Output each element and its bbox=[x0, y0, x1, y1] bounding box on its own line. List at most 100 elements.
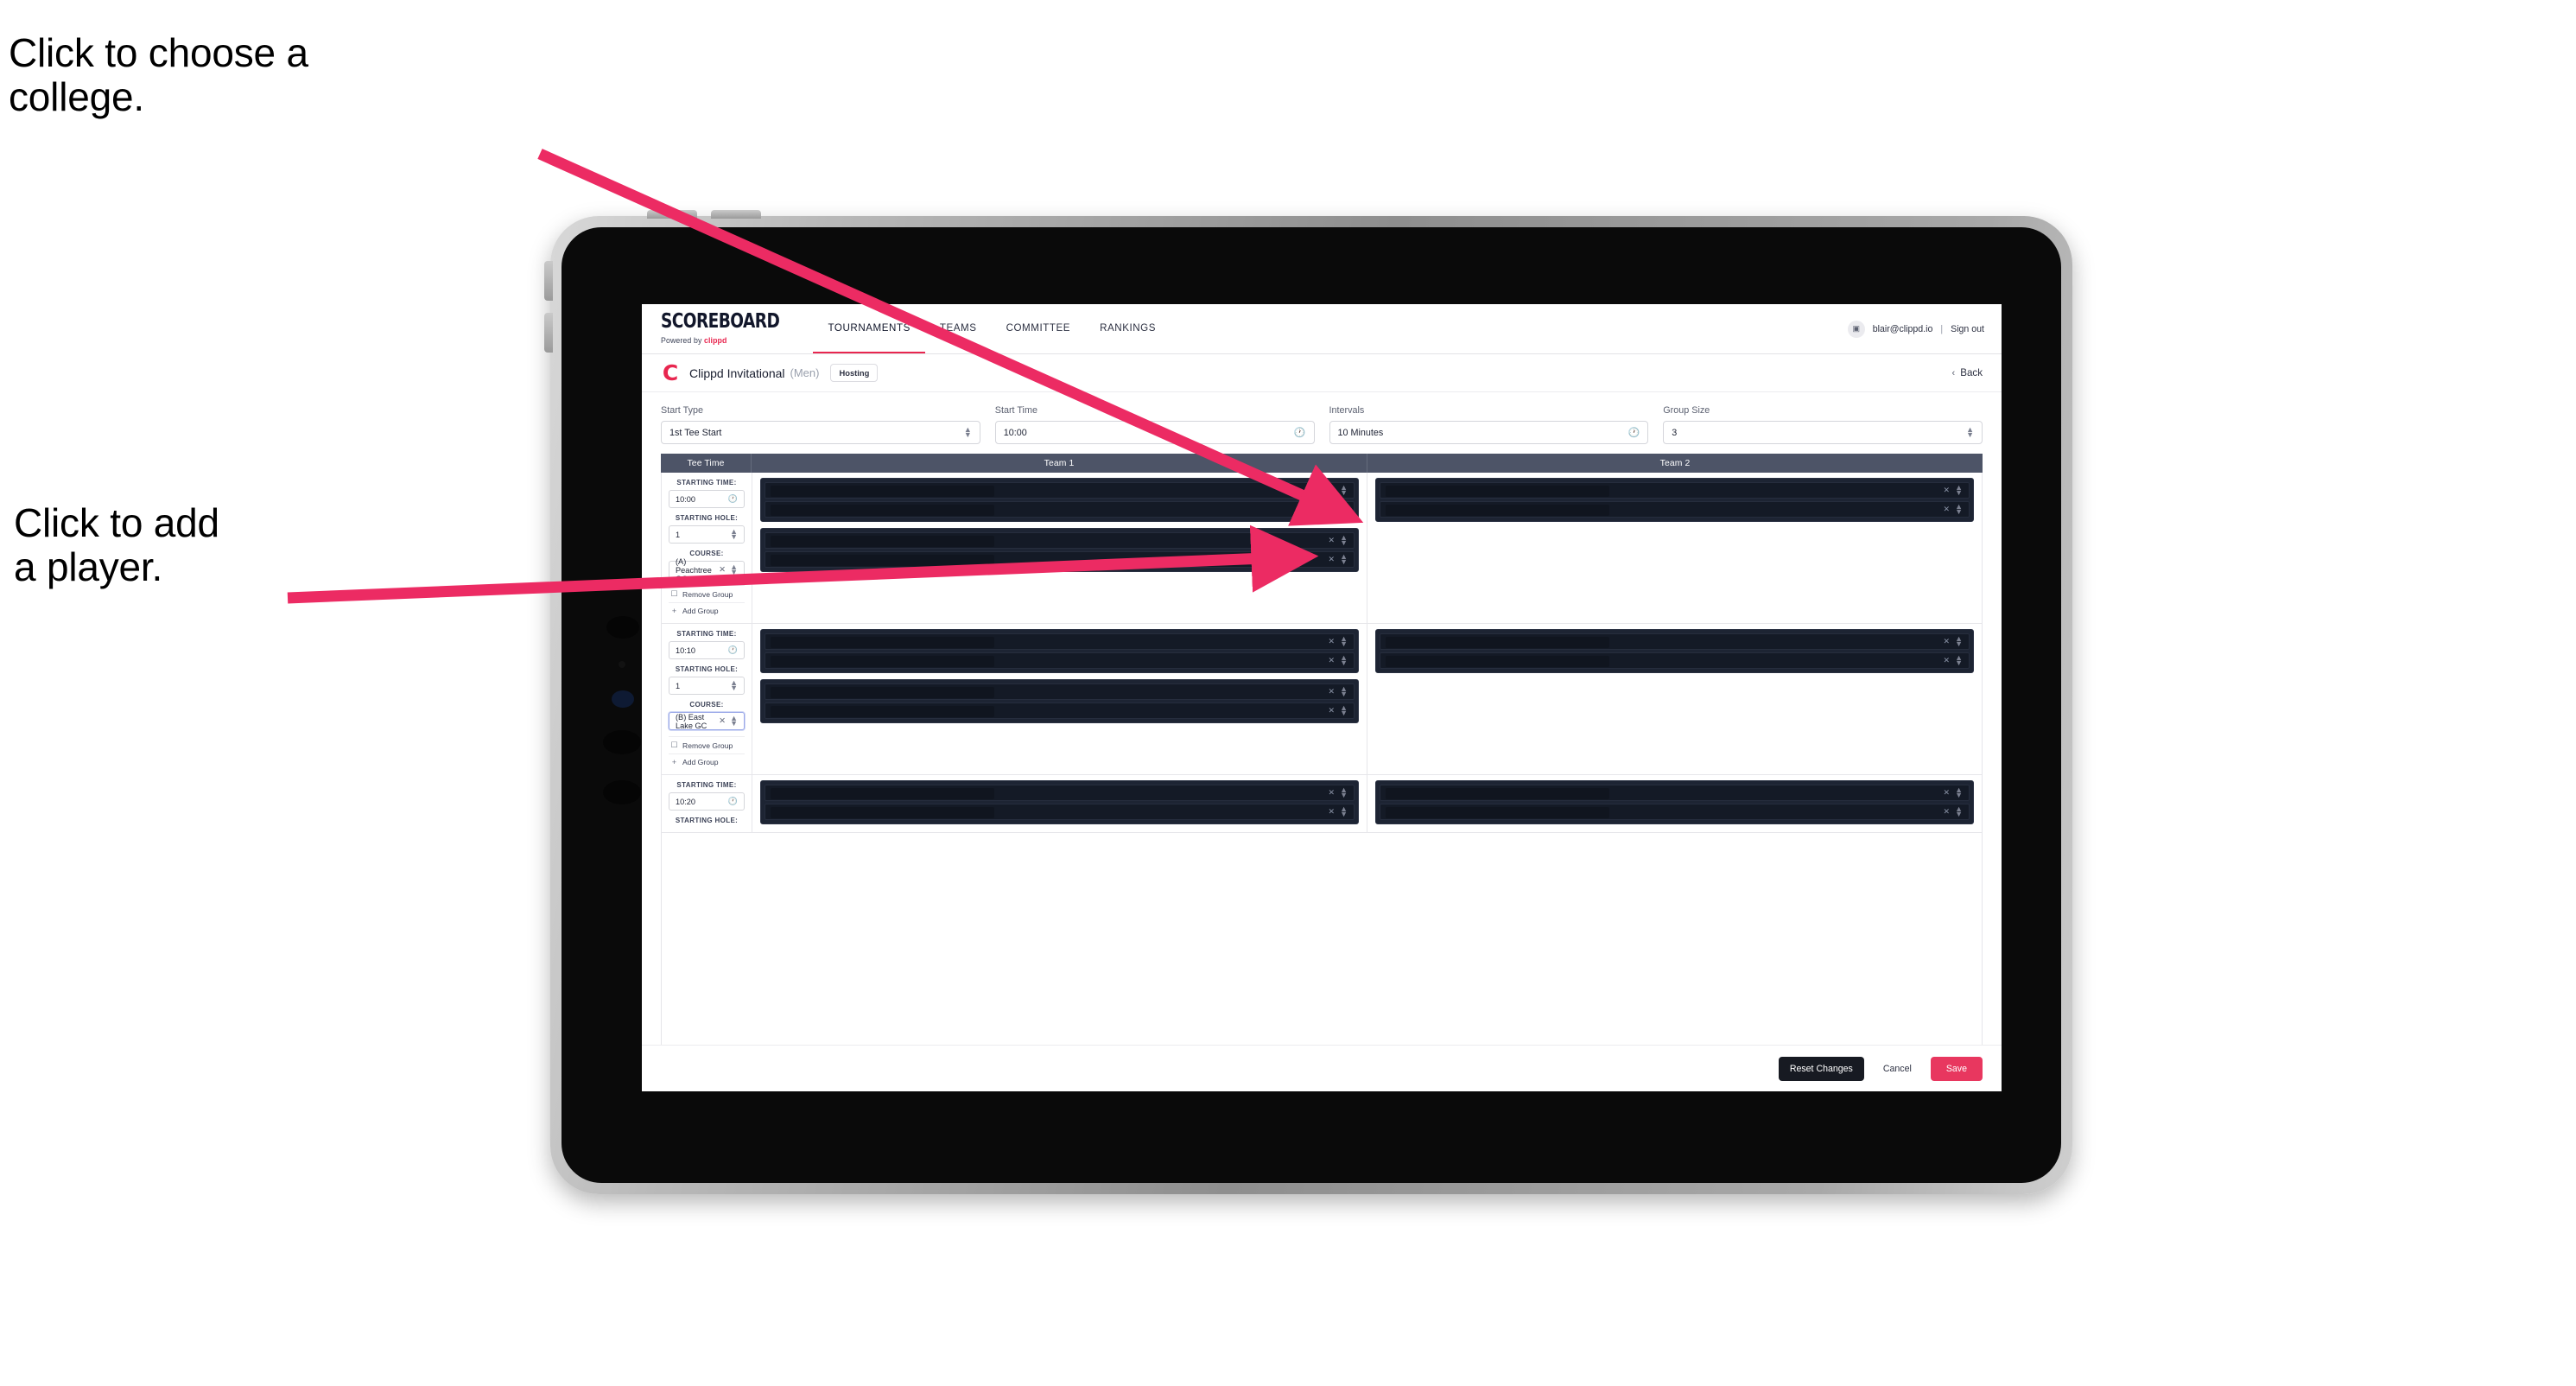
starting-time-input[interactable]: 10:20 🕐 bbox=[669, 792, 745, 811]
volume-down-button[interactable] bbox=[711, 210, 761, 219]
power-button[interactable] bbox=[544, 261, 553, 301]
chevron-updown-icon[interactable]: ▲ ▼ bbox=[730, 563, 738, 575]
chevron-updown-icon[interactable]: ▲ ▼ bbox=[1340, 684, 1348, 697]
player-row[interactable]: ✕ ▲ ▼ bbox=[1380, 652, 1970, 669]
nav-item-teams[interactable]: TEAMS bbox=[925, 304, 992, 353]
course-value: (B) East Lake GC bbox=[676, 712, 707, 730]
player-row[interactable]: ✕ ▲ ▼ bbox=[765, 501, 1355, 518]
annotation-add-player: Click to add a player. bbox=[14, 500, 219, 589]
player-row[interactable]: ✕ ▲ ▼ bbox=[765, 804, 1355, 820]
chevron-updown-icon[interactable]: ▲ ▼ bbox=[1340, 552, 1348, 565]
brand-logo[interactable]: SCOREBOARD Powered by clippd bbox=[661, 304, 804, 353]
player-row[interactable]: ✕ ▲ ▼ bbox=[1380, 501, 1970, 518]
starting-time-input[interactable]: 10:10 🕐 bbox=[669, 641, 745, 659]
remove-player-icon[interactable]: ✕ bbox=[1329, 637, 1336, 646]
starting-hole-label: STARTING HOLE: bbox=[675, 817, 739, 824]
group-size-select[interactable]: 3 ▲ ▼ bbox=[1663, 421, 1983, 444]
player-row[interactable]: ✕ ▲ ▼ bbox=[765, 703, 1355, 719]
cancel-button[interactable]: Cancel bbox=[1875, 1057, 1920, 1081]
chevron-updown-icon[interactable]: ▲ ▼ bbox=[1340, 533, 1348, 546]
player-row[interactable]: ✕ ▲ ▼ bbox=[765, 652, 1355, 669]
course-select[interactable]: (A) Peachtree GC ✕ ▲ ▼ bbox=[669, 557, 745, 583]
starting-time-value: 10:20 bbox=[676, 797, 695, 806]
remove-player-icon[interactable]: ✕ bbox=[1329, 536, 1336, 545]
remove-group-button[interactable]: ☐ Remove Group bbox=[669, 736, 745, 753]
add-group-button[interactable]: + Add Group bbox=[669, 602, 745, 619]
remove-player-icon[interactable]: ✕ bbox=[1944, 637, 1951, 646]
player-name-redacted bbox=[1386, 505, 1609, 516]
player-group[interactable]: ✕ ▲ ▼ ✕ ▲ ▼ bbox=[760, 679, 1359, 723]
remove-player-icon[interactable]: ✕ bbox=[1329, 788, 1336, 798]
player-row[interactable]: ✕ ▲ ▼ bbox=[765, 532, 1355, 549]
chevron-updown-icon[interactable]: ▲ ▼ bbox=[1955, 634, 1963, 647]
remove-player-icon[interactable]: ✕ bbox=[1944, 486, 1951, 495]
add-group-button[interactable]: + Add Group bbox=[669, 753, 745, 770]
chevron-updown-icon[interactable]: ▲ ▼ bbox=[1340, 502, 1348, 515]
remove-player-icon[interactable]: ✕ bbox=[1329, 706, 1336, 715]
course-value: (A) Peachtree GC bbox=[676, 556, 712, 583]
chevron-updown-icon[interactable]: ▲ ▼ bbox=[1340, 785, 1348, 798]
player-row[interactable]: ✕ ▲ ▼ bbox=[765, 785, 1355, 801]
chevron-updown-icon[interactable]: ▲ ▼ bbox=[730, 714, 738, 727]
player-group[interactable]: ✕ ▲ ▼ ✕ ▲ ▼ bbox=[1375, 478, 1974, 522]
table-body: STARTING TIME: 10:00 🕐 STARTING HOLE: 1 ▲ ▼ COU… bbox=[661, 473, 1983, 1045]
starting-hole-input[interactable]: 1 ▲ ▼ bbox=[669, 677, 745, 695]
player-group[interactable]: ✕ ▲ ▼ ✕ ▲ ▼ bbox=[760, 528, 1359, 572]
side-button-secondary[interactable] bbox=[544, 313, 553, 353]
remove-player-icon[interactable]: ✕ bbox=[1944, 505, 1951, 514]
chevron-updown-icon[interactable]: ▲ ▼ bbox=[1340, 653, 1348, 666]
chevron-updown-icon[interactable]: ▲ ▼ bbox=[1955, 502, 1963, 515]
reset-changes-button[interactable]: Reset Changes bbox=[1778, 1056, 1864, 1081]
clear-course-icon[interactable]: ✕ bbox=[719, 565, 726, 575]
save-button[interactable]: Save bbox=[1930, 1056, 1983, 1081]
back-button[interactable]: ‹ Back bbox=[1952, 367, 1983, 378]
player-group[interactable]: ✕ ▲ ▼ ✕ ▲ ▼ bbox=[760, 629, 1359, 673]
player-group[interactable]: ✕ ▲ ▼ ✕ ▲ ▼ bbox=[760, 780, 1359, 824]
sign-out-link[interactable]: Sign out bbox=[1951, 324, 1984, 334]
player-name-redacted bbox=[1386, 637, 1609, 648]
remove-player-icon[interactable]: ✕ bbox=[1329, 505, 1336, 514]
player-row[interactable]: ✕ ▲ ▼ bbox=[765, 633, 1355, 650]
avatar[interactable]: ▣ bbox=[1847, 320, 1865, 338]
player-group[interactable]: ✕ ▲ ▼ ✕ ▲ ▼ bbox=[1375, 629, 1974, 673]
player-row[interactable]: ✕ ▲ ▼ bbox=[765, 683, 1355, 700]
remove-player-icon[interactable]: ✕ bbox=[1329, 687, 1336, 696]
starting-hole-input[interactable]: 1 ▲ ▼ bbox=[669, 525, 745, 544]
player-group[interactable]: ✕ ▲ ▼ ✕ ▲ ▼ bbox=[1375, 780, 1974, 824]
remove-player-icon[interactable]: ✕ bbox=[1329, 555, 1336, 564]
chevron-updown-icon[interactable]: ▲ ▼ bbox=[1955, 785, 1963, 798]
player-group[interactable]: ✕ ▲ ▼ ✕ ▲ ▼ bbox=[760, 478, 1359, 522]
remove-player-icon[interactable]: ✕ bbox=[1944, 788, 1951, 798]
clear-course-icon[interactable]: ✕ bbox=[719, 716, 726, 726]
volume-up-button[interactable] bbox=[647, 210, 697, 219]
remove-player-icon[interactable]: ✕ bbox=[1329, 807, 1336, 817]
remove-player-icon[interactable]: ✕ bbox=[1944, 656, 1951, 665]
player-row[interactable]: ✕ ▲ ▼ bbox=[1380, 785, 1970, 801]
control-start-type: Start Type 1st Tee Start ▲ ▼ bbox=[661, 405, 980, 444]
course-select[interactable]: (B) East Lake GC ✕ ▲ ▼ bbox=[669, 712, 745, 730]
player-row[interactable]: ✕ ▲ ▼ bbox=[1380, 804, 1970, 820]
start-type-select[interactable]: 1st Tee Start ▲ ▼ bbox=[661, 421, 980, 444]
nav-item-tournaments[interactable]: TOURNAMENTS bbox=[813, 304, 925, 353]
chevron-updown-icon[interactable]: ▲ ▼ bbox=[1955, 483, 1963, 496]
chevron-updown-icon[interactable]: ▲ ▼ bbox=[1340, 804, 1348, 817]
player-row[interactable]: ✕ ▲ ▼ bbox=[765, 551, 1355, 568]
starting-time-input[interactable]: 10:00 🕐 bbox=[669, 490, 745, 508]
intervals-input[interactable]: 10 Minutes 🕐 bbox=[1329, 421, 1649, 444]
starting-hole-value: 1 bbox=[676, 530, 681, 539]
remove-group-button[interactable]: ☐ Remove Group bbox=[669, 585, 745, 602]
chevron-updown-icon[interactable]: ▲ ▼ bbox=[1340, 483, 1348, 496]
nav-item-rankings[interactable]: RANKINGS bbox=[1085, 304, 1171, 353]
chevron-updown-icon[interactable]: ▲ ▼ bbox=[1955, 804, 1963, 817]
player-row[interactable]: ✕ ▲ ▼ bbox=[1380, 633, 1970, 650]
chevron-updown-icon[interactable]: ▲ ▼ bbox=[1340, 703, 1348, 716]
nav-item-committee[interactable]: COMMITTEE bbox=[992, 304, 1086, 353]
chevron-updown-icon[interactable]: ▲ ▼ bbox=[1340, 634, 1348, 647]
remove-player-icon[interactable]: ✕ bbox=[1944, 807, 1951, 817]
player-row[interactable]: ✕ ▲ ▼ bbox=[765, 482, 1355, 499]
remove-player-icon[interactable]: ✕ bbox=[1329, 656, 1336, 665]
remove-player-icon[interactable]: ✕ bbox=[1329, 486, 1336, 495]
chevron-updown-icon[interactable]: ▲ ▼ bbox=[1955, 653, 1963, 666]
start-time-input[interactable]: 10:00 🕐 bbox=[994, 421, 1315, 444]
player-row[interactable]: ✕ ▲ ▼ bbox=[1380, 482, 1970, 499]
